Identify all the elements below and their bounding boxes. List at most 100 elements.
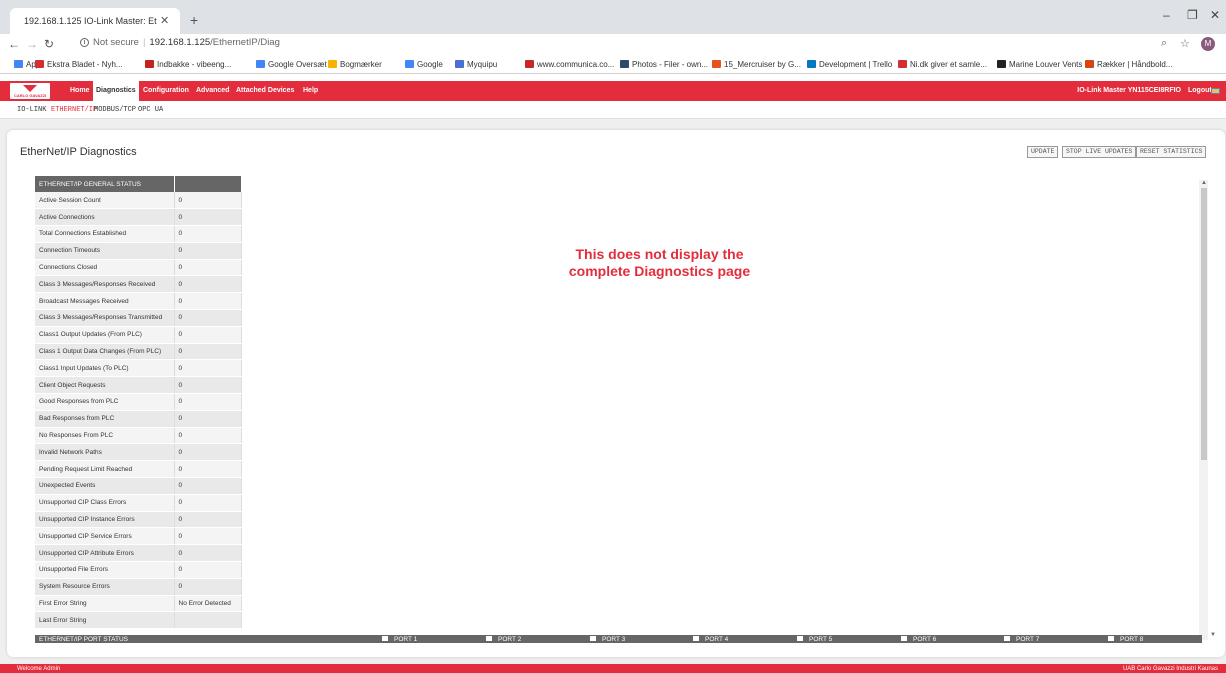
table-row: No Responses From PLC 0 [35, 427, 242, 445]
port-column-header: PORT 7 [1004, 636, 1039, 643]
bookmark-item[interactable]: Rækker | Håndbold... [1085, 60, 1172, 69]
reset-statistics-button[interactable]: RESET STATISTICS [1136, 146, 1207, 158]
port-checkbox[interactable] [590, 636, 596, 641]
scroll-down-icon[interactable]: ▼ [1210, 632, 1216, 638]
new-tab-icon[interactable]: + [190, 12, 198, 28]
port-checkbox[interactable] [1004, 636, 1010, 641]
table-row: Last Error String [35, 611, 242, 630]
row-label: Active Connections [35, 208, 175, 227]
port-checkbox[interactable] [693, 636, 699, 641]
info-icon[interactable]: i [80, 37, 89, 47]
row-value: 0 [174, 494, 242, 512]
row-label: Unsupported CIP Attribute Errors [35, 544, 175, 563]
row-label: Client Object Requests [35, 376, 175, 395]
bookmark-item[interactable]: Google Oversæt [256, 60, 327, 69]
bookmark-favicon-icon [997, 60, 1006, 68]
device-name: IO-Link Master YN115CEI8RFIO [1077, 87, 1181, 94]
port-checkbox[interactable] [1108, 636, 1114, 641]
update-button[interactable]: UPDATE [1027, 146, 1059, 158]
bookmark-favicon-icon [14, 60, 23, 68]
row-label: Class1 Input Updates (To PLC) [35, 359, 175, 378]
profile-avatar[interactable]: M [1201, 37, 1215, 51]
scrollbar-thumb[interactable] [1201, 188, 1207, 460]
general-status-table: ETHERNET/IP GENERAL STATUS Active Sessio… [35, 176, 242, 630]
scroll-up-icon[interactable]: ▲ [1201, 180, 1207, 186]
menu-attached-devices[interactable]: Attached Devices [233, 81, 297, 101]
row-value: 0 [174, 427, 242, 445]
logout-link[interactable]: Logout [1188, 81, 1212, 101]
row-value: 0 [174, 393, 242, 411]
row-value: 0 [174, 410, 242, 428]
row-label: Broadcast Messages Received [35, 292, 175, 311]
forward-icon[interactable]: → [26, 37, 38, 51]
minimize-icon[interactable]: – [1163, 8, 1170, 22]
annotation-note: This does not display the complete Diagn… [568, 246, 751, 279]
table-row: Class 3 Messages/Responses Received 0 [35, 275, 242, 294]
stop-live-updates-button[interactable]: STOP LIVE UPDATES [1062, 146, 1137, 158]
bookmark-item[interactable]: Photos - Filer - own... [620, 60, 708, 69]
table-row: Connection Timeouts 0 [35, 242, 242, 260]
bookmark-item[interactable]: Ekstra Bladet - Nyh... [35, 60, 123, 69]
menu-help[interactable]: Help [300, 81, 321, 101]
port-checkbox[interactable] [797, 636, 803, 641]
close-window-icon[interactable]: ✕ [1210, 8, 1220, 22]
port-column-header: PORT 2 [486, 636, 521, 643]
table-row: Good Responses from PLC 0 [35, 393, 242, 411]
port-checkbox[interactable] [901, 636, 907, 641]
restore-icon[interactable]: ❐ [1187, 8, 1198, 22]
close-tab-icon[interactable]: ✕ [160, 8, 169, 34]
address-bar[interactable]: i Not secure | 192.168.1.125/EthernetIP/Dia… [80, 37, 280, 48]
zoom-icon[interactable]: ⌕ [1161, 37, 1167, 50]
footer-company: UAB Carlo Gavazzi Industri Kaunas [1122, 666, 1218, 672]
reload-icon[interactable]: ↻ [44, 37, 54, 51]
menu-diagnostics[interactable]: Diagnostics [93, 81, 139, 101]
row-value: 0 [174, 292, 242, 311]
bookmark-item[interactable]: Bogmærker [328, 60, 382, 69]
star-icon[interactable]: ☆ [1180, 37, 1190, 50]
row-label: Unsupported CIP Class Errors [35, 494, 175, 512]
menu-configuration[interactable]: Configuration [140, 81, 192, 101]
language-flag-icon[interactable] [1211, 88, 1220, 94]
row-value: 0 [174, 326, 242, 344]
bookmark-item[interactable]: Google [405, 60, 443, 69]
port-column-header: PORT 8 [1108, 636, 1143, 643]
bookmark-item[interactable]: 15_Mercruiser by G... [712, 60, 801, 69]
table-header: ETHERNET/IP GENERAL STATUS [35, 176, 175, 192]
bookmark-favicon-icon [525, 60, 534, 68]
table-row: Unsupported CIP Service Errors 0 [35, 527, 242, 546]
port-column-header: PORT 4 [693, 636, 728, 643]
subnav-ethernet-ip[interactable]: ETHERNET/IP [51, 106, 97, 114]
port-checkbox[interactable] [382, 636, 388, 641]
port-column-header: PORT 3 [590, 636, 625, 643]
bookmark-item[interactable]: Development | Trello [807, 60, 892, 69]
row-value: 0 [174, 208, 242, 227]
table-row: Invalid Network Paths 0 [35, 443, 242, 462]
subnav-modbus-tcp[interactable]: MODBUS/TCP [94, 106, 136, 114]
bookmark-item[interactable]: Ni.dk giver et samle... [898, 60, 987, 69]
table-row: Active Connections 0 [35, 208, 242, 227]
bookmark-item[interactable]: Indbakke - vibeeng... [145, 60, 231, 69]
menu-advanced[interactable]: Advanced [193, 81, 232, 101]
subnav-io-link[interactable]: IO-LINK [17, 106, 46, 114]
bookmark-favicon-icon [145, 60, 154, 68]
row-value: 0 [174, 544, 242, 563]
tab-title: 192.168.1.125 IO-Link Master: Et [24, 16, 157, 26]
bookmark-item[interactable]: Marine Louver Vents [997, 60, 1082, 69]
port-checkbox[interactable] [486, 636, 492, 641]
menu-home[interactable]: Home [67, 81, 92, 101]
bookmark-item[interactable]: www.communica.co... [525, 60, 614, 69]
table-row: Unsupported CIP Attribute Errors 0 [35, 544, 242, 563]
table-row: Class 1 Output Data Changes (From PLC) 0 [35, 343, 242, 361]
row-value: 0 [174, 527, 242, 546]
diagnostics-subnav: IO-LINK ETHERNET/IP MODBUS/TCP OPC UA [0, 101, 1226, 119]
browser-tab[interactable]: 192.168.1.125 IO-Link Master: Et ✕ [10, 8, 180, 34]
back-icon[interactable]: ← [8, 37, 20, 51]
row-label: Unsupported File Errors [35, 561, 175, 579]
row-value: 0 [174, 343, 242, 361]
bookmark-item[interactable]: Myquipu [455, 60, 497, 69]
row-value: 0 [174, 192, 242, 210]
carlo-gavazzi-logo[interactable]: CARLO GAVAZZI [10, 83, 50, 99]
footer-welcome: Welcome Admin [17, 666, 61, 672]
subnav-opc-ua[interactable]: OPC UA [138, 106, 163, 114]
table-row: Class 3 Messages/Responses Transmitted 0 [35, 309, 242, 327]
